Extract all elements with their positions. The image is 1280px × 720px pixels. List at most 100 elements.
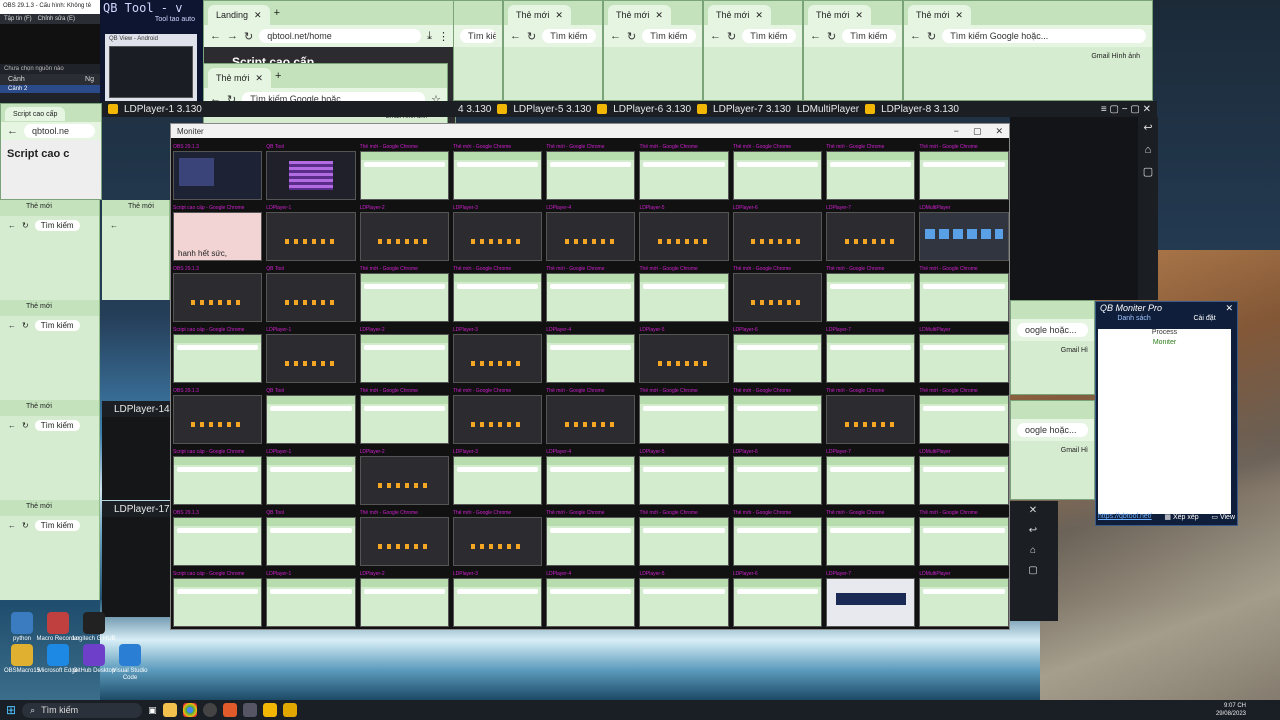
moniter-thumbnail[interactable]: LDPlayer-5	[637, 447, 730, 508]
moniter-thumbnail[interactable]: LDPlayer-3	[451, 203, 544, 264]
search-bar[interactable]: Tìm kiếm	[34, 419, 80, 431]
moniter-thumbnail[interactable]: Thẻ mới - Google Chrome	[824, 508, 917, 569]
search-bar[interactable]: Tìm kiếm	[34, 519, 80, 531]
tab-new[interactable]: Thẻ mới ✕	[708, 5, 771, 25]
close-icon[interactable]: ✕	[1225, 303, 1233, 314]
moniter-thumbnail[interactable]: Thẻ mới - Google Chrome	[731, 386, 824, 447]
moniter-thumbnail[interactable]: OBS 29.1.3	[171, 386, 264, 447]
tab-new[interactable]: Thẻ mới ✕	[508, 5, 571, 25]
chrome-newtab-window[interactable]: Tìm kiếm	[453, 0, 503, 101]
moniter-thumbnail[interactable]: Thẻ mới - Google Chrome	[917, 264, 1010, 325]
moniter-thumbnail[interactable]: LDPlayer-7	[824, 569, 917, 630]
moniter-thumbnail[interactable]: LDPlayer-1	[264, 203, 357, 264]
window-controls-icon[interactable]: ≡ ▢ − ▢ ✕	[1101, 104, 1151, 115]
ldplayer-7-title[interactable]: LDPlayer-7 3.130	[713, 104, 791, 115]
close-icon[interactable]: ✕	[555, 10, 563, 21]
moniter-thumbnail[interactable]: LDPlayer-6	[731, 447, 824, 508]
reload-icon[interactable]: ↻	[22, 421, 29, 430]
moniter-thumbnail[interactable]: OBS 29.1.3	[171, 508, 264, 569]
recent-icon[interactable]: ▢	[1138, 161, 1158, 183]
images-link[interactable]: Hình ảnh	[1112, 53, 1140, 60]
moniter-thumbnail[interactable]: Thẻ mới - Google Chrome	[637, 264, 730, 325]
arrange-button[interactable]: ▦ Xếp xếp	[1164, 513, 1198, 524]
moniter-thumbnail[interactable]: QB Tool	[264, 508, 357, 569]
reload-icon[interactable]: ↻	[827, 30, 836, 43]
tab-new[interactable]: Thẻ mới	[102, 200, 169, 216]
moniter-thumbnail[interactable]: Thẻ mới - Google Chrome	[731, 142, 824, 203]
back-icon[interactable]: ←	[910, 30, 921, 42]
moniter-thumbnail[interactable]: LDPlayer-7	[824, 447, 917, 508]
tab-new[interactable]: Thẻ mới	[0, 500, 99, 516]
tab-new[interactable]: Thẻ mới ✕	[808, 5, 871, 25]
new-tab-icon[interactable]: +	[275, 70, 281, 82]
moniter-thumbnail[interactable]: LDPlayer-3	[451, 447, 544, 508]
home-icon[interactable]: ⌂	[1138, 139, 1158, 161]
tab-settings[interactable]: Cài đặt	[1193, 315, 1215, 326]
moniter-thumbnail[interactable]: OBS 29.1.3	[171, 142, 264, 203]
moniter-thumbnail[interactable]: Thẻ mới - Google Chrome	[358, 508, 451, 569]
qbtool-window[interactable]: QB Tool - v Tool tao auto QB View - Andr…	[100, 0, 205, 105]
gmail-link[interactable]: Gmail	[1091, 53, 1109, 60]
close-icon[interactable]: ✕	[955, 10, 963, 21]
forward-icon[interactable]: →	[227, 30, 238, 42]
tab-new[interactable]: Thẻ mới ✕	[608, 5, 671, 25]
tab-new[interactable]: Thẻ mới ✕	[208, 68, 271, 88]
back-icon[interactable]: ←	[510, 30, 521, 42]
close-icon[interactable]: ✕	[655, 10, 663, 21]
back-icon[interactable]: ←	[110, 221, 118, 230]
chrome-newtab-window[interactable]: Thẻ mới ✕ ← ↻ Tìm kiếm	[603, 0, 703, 101]
clock[interactable]: 9:07 CH 29/08/2023	[1216, 702, 1246, 718]
task-view-icon[interactable]: ▣	[148, 705, 157, 716]
maximize-icon[interactable]: ▢	[973, 126, 982, 137]
chrome-side-window[interactable]: Thẻ mới ← ↻ Tìm kiếm	[0, 300, 100, 400]
moniter-thumbnail[interactable]: Thẻ mới - Google Chrome	[731, 508, 824, 569]
moniter-thumbnail[interactable]: QB Tool	[264, 142, 357, 203]
moniter-thumbnail[interactable]: LDPlayer-1	[264, 447, 357, 508]
chrome-newtab-window[interactable]: Thẻ mới ✕ ← ↻ Tìm kiếm Google hoặc... Gmail…	[903, 0, 1153, 101]
moniter-window[interactable]: Moniter − ▢ ✕ OBS 29.1.3 QB Tool Thẻ mới -…	[170, 123, 1010, 630]
moniter-thumbnail[interactable]: Thẻ mới - Google Chrome	[544, 508, 637, 569]
moniter-thumbnail[interactable]: LDMultiPlayer	[917, 569, 1010, 630]
moniter-thumbnail[interactable]: LDPlayer-6	[731, 203, 824, 264]
moniter-thumbnail[interactable]: LDPlayer-1	[264, 325, 357, 386]
moniter-thumbnail[interactable]: LDPlayer-2	[358, 569, 451, 630]
qbtool-icon[interactable]	[242, 703, 257, 717]
ldplayer-6-title[interactable]: LDPlayer-6 3.130	[613, 104, 691, 115]
moniter-thumbnail[interactable]: Thẻ mới - Google Chrome	[824, 142, 917, 203]
moniter-thumbnail[interactable]: Thẻ mới - Google Chrome	[824, 386, 917, 447]
ldmultiplayer-title[interactable]: LDMultiPlayer	[797, 104, 859, 115]
reload-icon[interactable]: ↻	[22, 221, 29, 230]
moniter-thumbnail[interactable]: LDPlayer-1	[264, 569, 357, 630]
moniter-thumbnail[interactable]: LDPlayer-5	[637, 203, 730, 264]
moniter-thumbnail[interactable]: LDMultiPlayer	[917, 203, 1010, 264]
moniter-thumbnail[interactable]: LDPlayer-4	[544, 447, 637, 508]
moniter-thumbnail[interactable]: Script cao cấp - Google Chrome	[171, 447, 264, 508]
close-icon[interactable]: ✕	[255, 73, 263, 84]
search-bar[interactable]: Tìm kiếm	[742, 29, 796, 43]
ldmultiplayer-icon[interactable]	[282, 703, 297, 717]
ldplayer-icon[interactable]	[262, 703, 277, 717]
moniter-thumbnail[interactable]: Thẻ mới - Google Chrome	[637, 508, 730, 569]
back-icon[interactable]: ←	[8, 521, 16, 530]
moniter-thumbnail[interactable]: LDPlayer-4	[544, 203, 637, 264]
moniter-thumbnail[interactable]: LDPlayer-2	[358, 447, 451, 508]
moniter-thumbnail[interactable]: Script cao cấp - Google Chrome	[171, 325, 264, 386]
back-icon[interactable]: ←	[210, 30, 221, 42]
tab-new[interactable]: Thẻ mới ✕	[908, 5, 971, 25]
search-bar[interactable]: oogle hoặc...	[1017, 423, 1088, 437]
gmail-link[interactable]: Gmail	[1061, 347, 1079, 354]
view-button[interactable]: ▭ View	[1211, 513, 1235, 524]
moniter-thumbnail[interactable]: Thẻ mới - Google Chrome	[358, 264, 451, 325]
moniter-thumbnail[interactable]: QB Tool	[264, 264, 357, 325]
start-icon[interactable]: ⊞	[6, 703, 16, 717]
back-icon[interactable]: ←	[8, 421, 16, 430]
search-bar[interactable]: Tìm kiếm	[642, 29, 696, 43]
moniter-thumbnail[interactable]: LDPlayer-7	[824, 203, 917, 264]
ldplayer-strip-titlebar[interactable]: 4 3.130 LDPlayer-5 3.130 LDPlayer-6 3.13…	[452, 101, 1157, 117]
moniter-thumbnail[interactable]: Thẻ mới - Google Chrome	[824, 264, 917, 325]
menu-file[interactable]: Tập tin (F)	[4, 16, 32, 22]
chrome-side-window[interactable]: Thẻ mới ← ↻ Tìm kiếm	[0, 200, 100, 300]
menu-edit[interactable]: Chỉnh sửa (E)	[38, 16, 75, 22]
file-explorer-icon[interactable]	[162, 703, 177, 717]
reload-icon[interactable]: ↻	[527, 30, 536, 43]
